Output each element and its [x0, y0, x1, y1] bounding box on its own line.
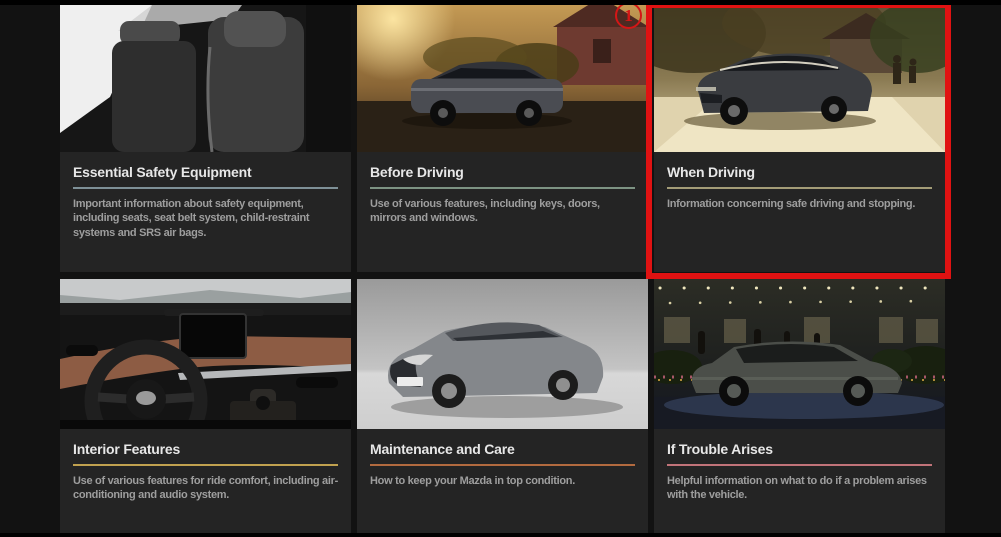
suv-night-photo	[654, 279, 945, 429]
title-underline	[73, 464, 338, 466]
card-maintenance-and-care[interactable]: Maintenance and Care How to keep your Ma…	[357, 279, 648, 537]
bottom-frame-bar	[0, 533, 1001, 537]
top-frame-bar	[0, 0, 1001, 5]
suv-studio-photo	[357, 279, 648, 429]
card-before-driving[interactable]: Before Driving Use of various features, …	[357, 5, 648, 272]
card-essential-safety-equipment[interactable]: Essential Safety Equipment Important inf…	[60, 5, 351, 272]
dashboard-photo	[60, 279, 351, 429]
card-title: Before Driving	[370, 164, 635, 182]
title-underline	[667, 187, 932, 189]
suv-sunset-illustration	[357, 5, 648, 152]
card-title: Maintenance and Care	[370, 441, 635, 459]
suv-street-illustration	[654, 5, 945, 152]
manual-chapter-menu: Essential Safety Equipment Important inf…	[0, 0, 1001, 537]
suv-sunset-photo	[357, 5, 648, 152]
suv-street-photo	[654, 5, 945, 152]
dashboard-illustration	[60, 279, 351, 429]
title-underline	[370, 187, 635, 189]
card-title: If Trouble Arises	[667, 441, 932, 459]
card-description: Information concerning safe driving and …	[667, 197, 932, 212]
card-when-driving[interactable]: When Driving Information concerning safe…	[654, 5, 945, 272]
card-description: Helpful information on what to do if a p…	[667, 474, 932, 503]
title-underline	[73, 187, 338, 189]
card-description: Use of various features, including keys,…	[370, 197, 635, 226]
car-interior-seats-illustration	[60, 5, 351, 152]
title-underline	[667, 464, 932, 466]
suv-night-illustration	[654, 279, 945, 429]
card-description: How to keep your Mazda in top condition.	[370, 474, 635, 489]
card-title: Interior Features	[73, 441, 338, 459]
card-title: When Driving	[667, 164, 932, 182]
suv-studio-illustration	[357, 279, 648, 429]
title-underline	[370, 464, 635, 466]
card-if-trouble-arises[interactable]: If Trouble Arises Helpful information on…	[654, 279, 945, 537]
card-description: Important information about safety equip…	[73, 197, 338, 241]
car-interior-seats-photo	[60, 5, 351, 152]
card-interior-features[interactable]: Interior Features Use of various feature…	[60, 279, 351, 537]
card-description: Use of various features for ride comfort…	[73, 474, 338, 503]
card-title: Essential Safety Equipment	[73, 164, 338, 182]
